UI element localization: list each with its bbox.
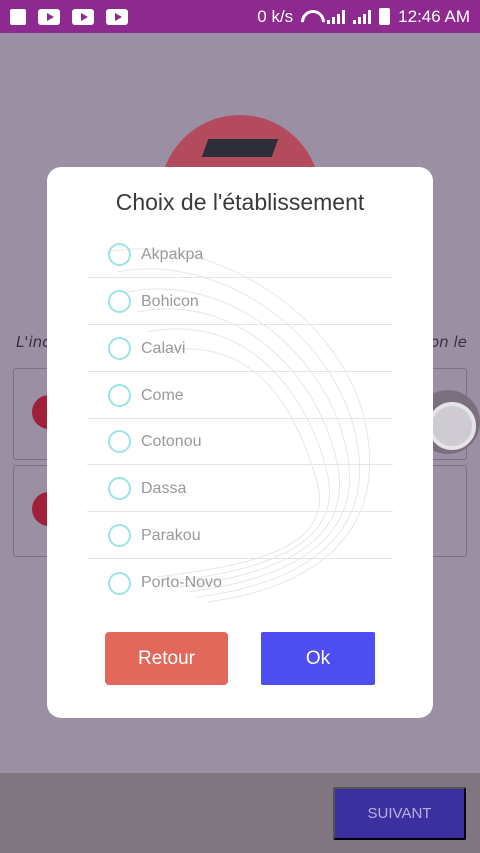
battery-icon (379, 8, 391, 25)
wifi-icon (301, 10, 319, 24)
signal-icon (353, 9, 372, 24)
bottom-bar: SUIVANT (0, 773, 480, 853)
dialog-title: Choix de l'établissement (115, 189, 365, 215)
youtube-icon (106, 8, 128, 25)
option-dassa[interactable]: Dassa (87, 466, 393, 512)
radio-button[interactable] (108, 243, 131, 266)
option-parakou[interactable]: Parakou (87, 513, 393, 559)
establishment-dialog: Choix de l'établissement Akpakpa Bohicon… (47, 167, 433, 718)
option-akpakpa[interactable]: Akpakpa (87, 232, 393, 278)
radio-button[interactable] (108, 524, 131, 547)
network-speed: 0 k/s (257, 6, 294, 26)
option-label: Dassa (141, 479, 187, 497)
intro-text-right: on le (430, 333, 467, 351)
radio-button[interactable] (108, 290, 131, 313)
next-button[interactable]: SUIVANT (333, 787, 466, 840)
option-bohicon[interactable]: Bohicon (87, 279, 393, 325)
radio-button[interactable] (108, 430, 131, 453)
status-bar: 0 k/s 12:46 AM (0, 0, 480, 33)
back-button[interactable]: Retour (105, 632, 228, 685)
ok-button[interactable]: Ok (261, 632, 375, 685)
option-porto-novo[interactable]: Porto-Novo (87, 560, 393, 606)
radio-button[interactable] (108, 384, 131, 407)
radio-button[interactable] (108, 337, 131, 360)
option-label: Cotonou (141, 432, 202, 450)
option-calavi[interactable]: Calavi (87, 326, 393, 372)
system-status: 0 k/s 12:46 AM (257, 7, 470, 27)
radio-button[interactable] (108, 477, 131, 500)
intro-text-left: L'inc (16, 333, 51, 351)
establishment-options: Akpakpa Bohicon Calavi Come Cotonou Dass… (87, 232, 393, 607)
notification-icons (10, 8, 128, 25)
option-label: Porto-Novo (141, 574, 222, 591)
option-label: Bohicon (141, 292, 199, 310)
option-label: Calavi (141, 339, 186, 357)
youtube-icon (72, 8, 94, 25)
signal-icon (327, 9, 346, 24)
clock: 12:46 AM (398, 6, 470, 26)
option-label: Akpakpa (141, 245, 204, 263)
option-come[interactable]: Come (87, 373, 393, 419)
radio-button[interactable] (108, 571, 131, 595)
option-label: Parakou (141, 526, 201, 544)
youtube-icon (38, 8, 60, 25)
gallery-icon (10, 8, 26, 25)
option-cotonou[interactable]: Cotonou (87, 419, 393, 465)
option-label: Come (141, 386, 184, 404)
